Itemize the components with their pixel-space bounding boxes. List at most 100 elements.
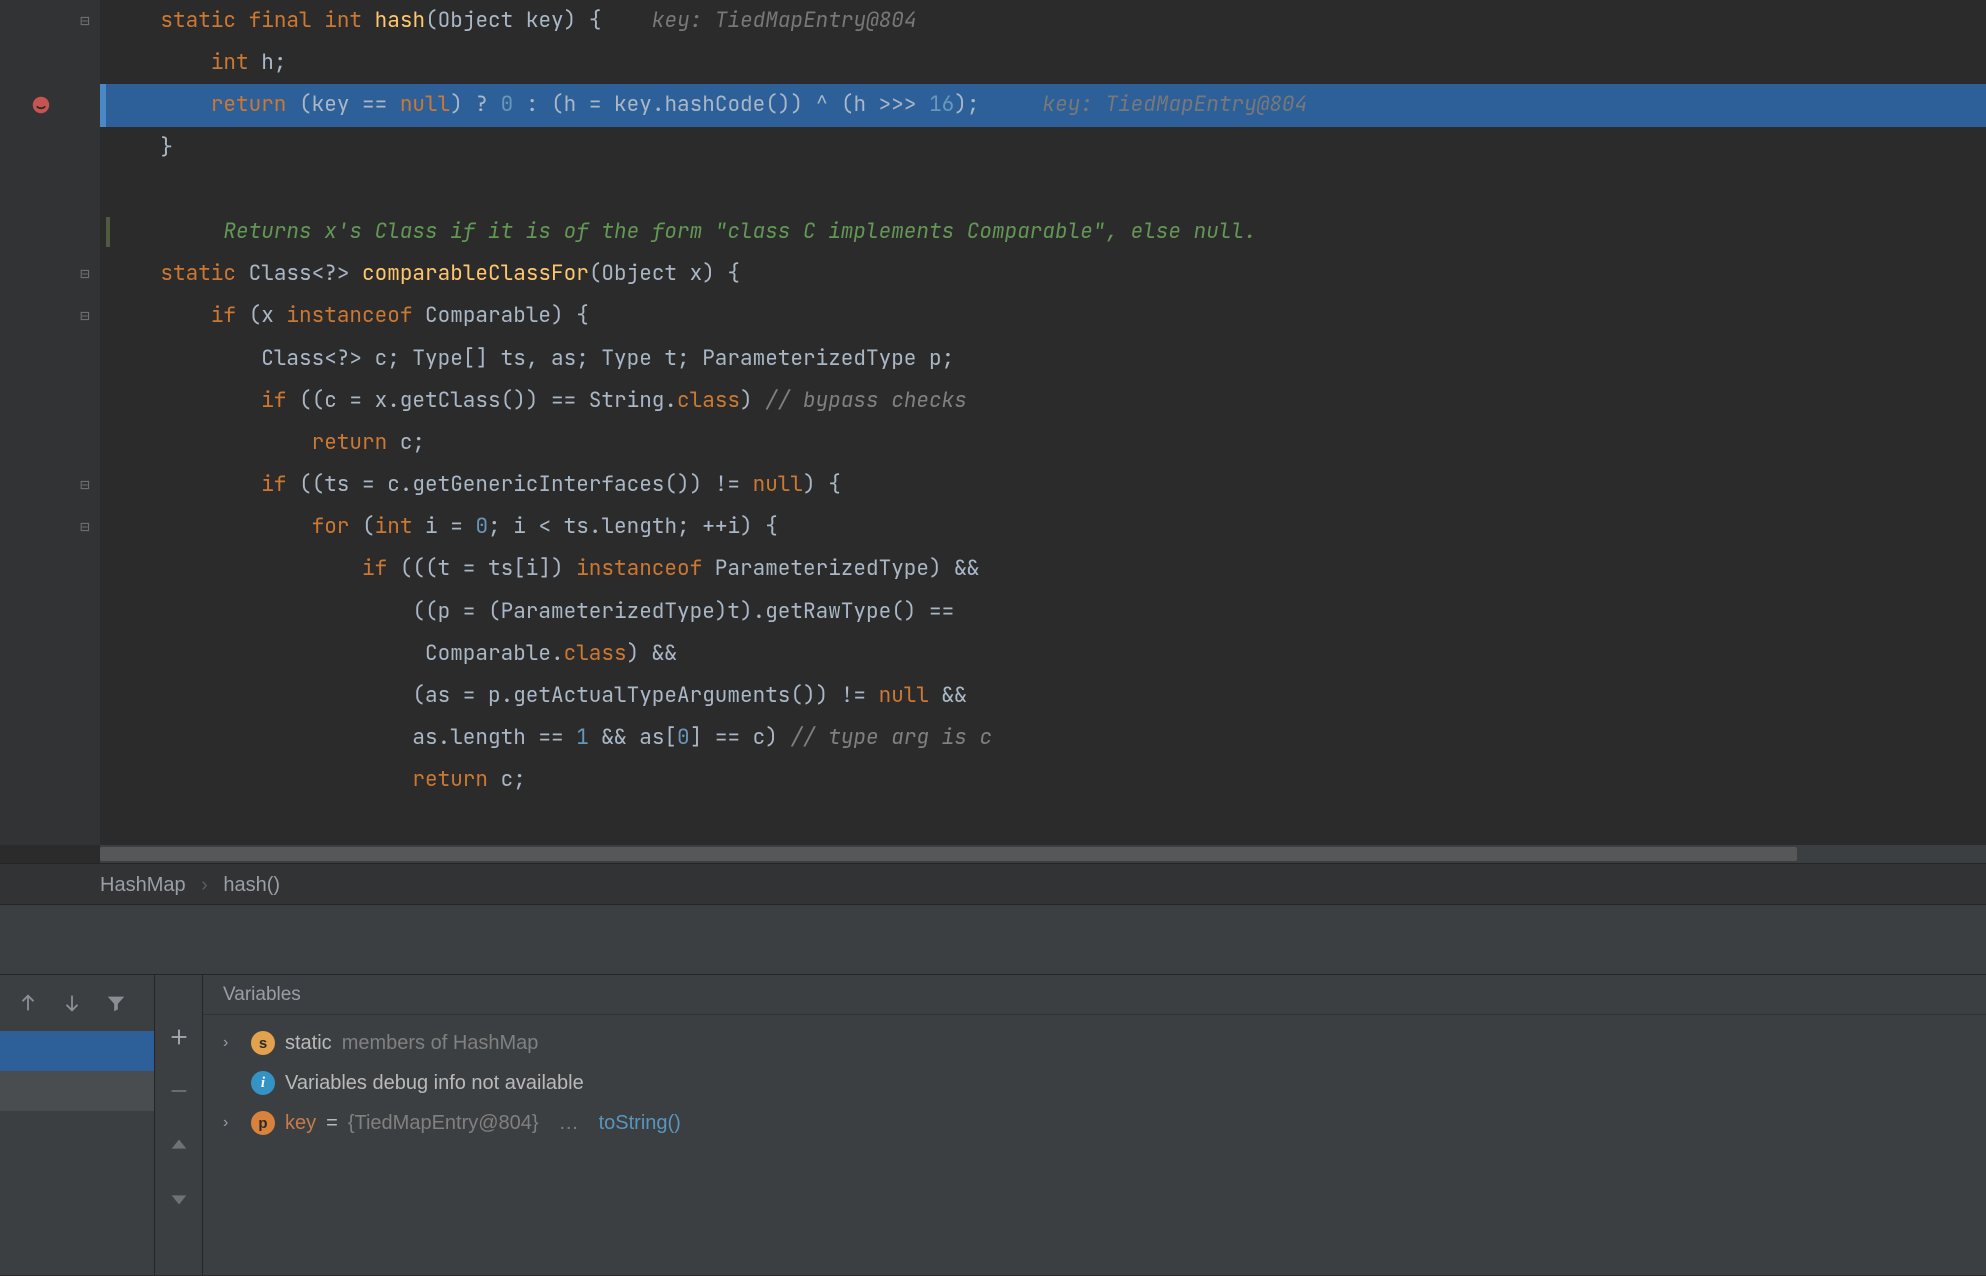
filter-icon[interactable] bbox=[104, 991, 128, 1015]
variable-text: … bbox=[559, 1112, 579, 1135]
gutter-row[interactable]: ⊟ bbox=[0, 253, 100, 295]
code-line[interactable]: (as = p.getActualTypeArguments()) != nul… bbox=[100, 675, 1986, 717]
code-line[interactable]: ((p = (ParameterizedType)t).getRawType()… bbox=[100, 591, 1986, 633]
code-token: int bbox=[211, 49, 249, 76]
breakpoint-icon[interactable] bbox=[30, 94, 52, 116]
variable-text[interactable]: toString() bbox=[599, 1112, 681, 1135]
code-token bbox=[236, 7, 249, 34]
gutter-row[interactable] bbox=[0, 548, 100, 590]
variables-tree[interactable]: ›sstatic members of HashMapiVariables de… bbox=[203, 1015, 1986, 1151]
gutter-row[interactable]: ⊟ bbox=[0, 464, 100, 506]
gutter-row[interactable] bbox=[0, 84, 100, 126]
variable-text: {TiedMapEntry@804} bbox=[348, 1112, 539, 1135]
frames-toolbar bbox=[0, 975, 154, 1031]
code-line[interactable]: } bbox=[100, 127, 1986, 169]
code-line[interactable]: return (key == null) ? 0 : (h = key.hash… bbox=[100, 84, 1986, 126]
toolbar-strip bbox=[0, 905, 1986, 975]
gutter-row[interactable]: ⊟ bbox=[0, 0, 100, 42]
fold-collapse-icon[interactable]: ⊟ bbox=[78, 309, 92, 323]
expand-arrow-icon[interactable]: › bbox=[223, 1114, 241, 1132]
move-up-icon[interactable] bbox=[167, 1133, 191, 1157]
code-token: if bbox=[211, 302, 236, 329]
code-line[interactable]: if (((t = ts[i]) instanceof Parameterize… bbox=[100, 548, 1986, 590]
debug-panel: Variables ›sstatic members of HashMapiVa… bbox=[0, 975, 1986, 1275]
gutter-row[interactable] bbox=[0, 633, 100, 675]
gutter-row[interactable] bbox=[0, 717, 100, 759]
editor-gutter[interactable]: ⊟ ⊟ ⊟ ⊟ ⊟ bbox=[0, 0, 100, 845]
scrollbar-thumb[interactable] bbox=[100, 847, 1797, 861]
gutter-row[interactable] bbox=[0, 211, 100, 253]
code-token: return bbox=[412, 766, 488, 793]
code-line[interactable]: Comparable.class) && bbox=[100, 633, 1986, 675]
frame-list[interactable] bbox=[0, 1031, 154, 1111]
variable-text: static bbox=[285, 1032, 332, 1055]
code-token: return bbox=[312, 429, 388, 456]
code-token: null bbox=[753, 471, 803, 498]
code-token: int bbox=[324, 7, 362, 34]
code-token: ((ts = c.getGenericInterfaces()) != bbox=[286, 471, 752, 498]
code-line[interactable] bbox=[100, 169, 1986, 211]
code-line[interactable]: static Class<?> comparableClassFor(Objec… bbox=[100, 253, 1986, 295]
gutter-row[interactable]: ⊟ bbox=[0, 506, 100, 548]
variable-row[interactable]: ›pkey = {TiedMapEntry@804} … toString() bbox=[203, 1103, 1986, 1143]
code-content[interactable]: static final int hash(Object key) { key:… bbox=[100, 0, 1986, 845]
code-line[interactable]: return c; bbox=[100, 759, 1986, 801]
gutter-row[interactable] bbox=[0, 169, 100, 211]
gutter-row[interactable] bbox=[0, 42, 100, 84]
prev-frame-icon[interactable] bbox=[16, 991, 40, 1015]
code-token: ) bbox=[740, 387, 765, 414]
gutter-row[interactable]: ⊟ bbox=[0, 295, 100, 337]
fold-collapse-icon[interactable]: ⊟ bbox=[78, 520, 92, 534]
fold-collapse-icon[interactable]: ⊟ bbox=[78, 478, 92, 492]
code-token: 16 bbox=[929, 91, 954, 118]
code-token bbox=[312, 7, 325, 34]
code-line[interactable] bbox=[100, 802, 1986, 844]
code-line[interactable]: int h; bbox=[100, 42, 1986, 84]
breadcrumb[interactable]: HashMap › hash() bbox=[0, 863, 1986, 905]
code-token: int bbox=[375, 513, 413, 540]
code-line[interactable]: Class<?> c; Type[] ts, as; Type t; Param… bbox=[100, 338, 1986, 380]
next-frame-icon[interactable] bbox=[60, 991, 84, 1015]
fold-end-icon[interactable] bbox=[78, 141, 92, 155]
code-line[interactable]: static final int hash(Object key) { key:… bbox=[100, 0, 1986, 42]
code-line[interactable]: if (x instanceof Comparable) { bbox=[100, 295, 1986, 337]
variable-row[interactable]: ›sstatic members of HashMap bbox=[203, 1023, 1986, 1063]
variables-column: Variables ›sstatic members of HashMapiVa… bbox=[203, 975, 1986, 1275]
code-token: final bbox=[249, 7, 312, 34]
fold-collapse-icon[interactable]: ⊟ bbox=[78, 14, 92, 28]
gutter-row[interactable] bbox=[0, 759, 100, 801]
gutter-row[interactable] bbox=[0, 675, 100, 717]
code-token: Comparable) { bbox=[412, 302, 588, 329]
breadcrumb-class[interactable]: HashMap bbox=[100, 874, 186, 896]
code-token: ((p = (ParameterizedType)t).getRawType()… bbox=[412, 598, 954, 625]
comment-text: // bypass checks bbox=[765, 387, 967, 414]
gutter-row[interactable] bbox=[0, 591, 100, 633]
code-editor[interactable]: ⊟ ⊟ ⊟ ⊟ ⊟ static final int hash(Object key) … bbox=[0, 0, 1986, 845]
variables-header: Variables bbox=[203, 975, 1986, 1015]
frame-row-selected[interactable] bbox=[0, 1031, 154, 1071]
code-token: 0 bbox=[501, 91, 514, 118]
add-watch-icon[interactable] bbox=[167, 1025, 191, 1049]
frame-row[interactable] bbox=[0, 1071, 154, 1111]
code-line[interactable]: if ((ts = c.getGenericInterfaces()) != n… bbox=[100, 464, 1986, 506]
gutter-row[interactable] bbox=[0, 802, 100, 844]
code-line[interactable]: return c; bbox=[100, 422, 1986, 464]
gutter-row[interactable] bbox=[0, 127, 100, 169]
expand-arrow-icon[interactable]: › bbox=[223, 1034, 241, 1052]
code-token: for bbox=[312, 513, 350, 540]
remove-watch-icon[interactable] bbox=[167, 1079, 191, 1103]
gutter-row[interactable] bbox=[0, 380, 100, 422]
code-line[interactable]: if ((c = x.getClass()) == String.class) … bbox=[100, 380, 1986, 422]
variable-row[interactable]: iVariables debug info not available bbox=[203, 1063, 1986, 1103]
breadcrumb-method[interactable]: hash() bbox=[223, 874, 280, 896]
gutter-row[interactable] bbox=[0, 422, 100, 464]
gutter-row[interactable] bbox=[0, 338, 100, 380]
move-down-icon[interactable] bbox=[167, 1187, 191, 1211]
code-token: instanceof bbox=[286, 302, 412, 329]
code-line[interactable]: for (int i = 0; i < ts.length; ++i) { bbox=[100, 506, 1986, 548]
code-line[interactable]: Returns x's Class if it is of the form "… bbox=[100, 211, 1986, 253]
fold-collapse-icon[interactable]: ⊟ bbox=[78, 267, 92, 281]
editor-horizontal-scrollbar[interactable] bbox=[100, 845, 1986, 863]
code-line[interactable]: as.length == 1 && as[0] == c) // type ar… bbox=[100, 717, 1986, 759]
code-token: hash bbox=[375, 7, 425, 34]
